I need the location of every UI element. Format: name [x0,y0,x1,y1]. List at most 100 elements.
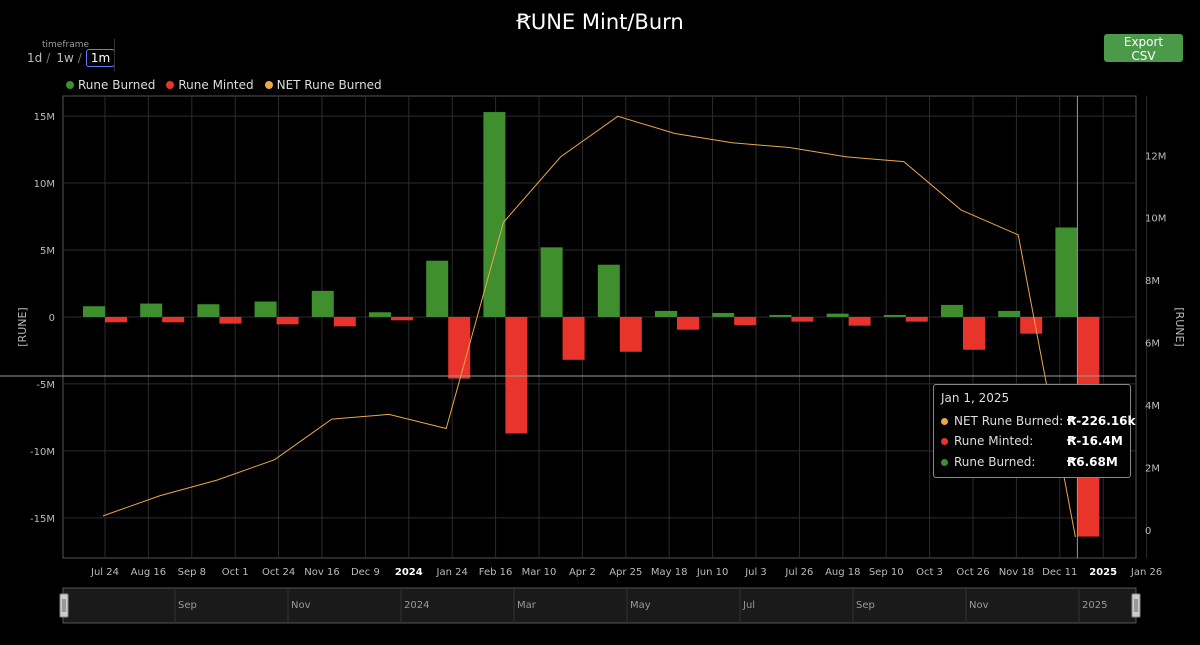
navigator-label: 2025 [1082,600,1107,611]
navigator-handle-left[interactable] [59,593,69,618]
x-tick-label: Apr 2 [569,567,596,578]
bar-rune-burned [140,303,163,317]
bar-rune-minted [1020,316,1043,334]
tooltip: Jan 1, 2025 NET Rune Burned: Ꞧ-226.16k R… [933,384,1136,478]
x-tick-label: Jul 26 [784,567,813,578]
x-tick-label: Oct 3 [916,567,943,578]
y2-tick-label: 0 [1145,526,1151,537]
y-tick-label: 0 [49,313,55,324]
x-tick-label: Nov 16 [304,567,339,578]
chart-canvas[interactable]: Jul 24 Aug 16 Sep 8 Oct 1 Oct 24 Nov 16 Dec 9 2… [0,0,1200,645]
navigator-label: Sep [178,600,197,611]
x-tick-label: Apr 25 [609,567,642,578]
bar-rune-burned [254,301,277,317]
y2-axis-label: [RUNE] [1173,307,1186,346]
x-tick-label: Jan 26 [1130,567,1162,578]
x-tick-label: May 18 [651,567,688,578]
y-tick-label: -10M [30,447,55,458]
tooltip-label: Rune Burned: [954,455,1036,469]
x-tick-label: Oct 1 [222,567,249,578]
x-tick-label: Sep 10 [869,567,904,578]
tooltip-label: NET Rune Burned: [954,414,1064,428]
tooltip-label: Rune Minted: [954,434,1034,448]
bar-rune-minted [333,316,356,327]
bar-rune-minted [905,316,928,322]
x-tick-label: 2025 [1089,567,1117,578]
bar-rune-burned [712,312,735,317]
x-tick-label: Oct 24 [262,567,295,578]
tooltip-date: Jan 1, 2025 [941,391,1010,405]
navigator-label: Nov [969,600,989,611]
y-tick-label: -15M [30,514,55,525]
bar-rune-minted [791,316,814,322]
y2-tick-label: 8M [1145,276,1160,287]
x-tick-label: 2024 [395,567,423,578]
navigator-label: Mar [517,600,537,611]
bar-rune-minted [619,316,642,352]
y2-tick-label: 6M [1145,339,1160,350]
x-tick-label: Jul 3 [744,567,767,578]
x-tick-label: Aug 16 [131,567,166,578]
bar-rune-minted [562,316,585,360]
x-tick-label: Dec 9 [351,567,380,578]
x-tick-label: Oct 26 [956,567,989,578]
x-tick-label: Feb 16 [479,567,513,578]
y2-tick-label: 12M [1145,151,1166,162]
bar-rune-burned [1055,227,1078,317]
bar-rune-burned [540,247,563,317]
x-tick-label: Jan 24 [436,567,468,578]
x-tick-label: Dec 11 [1042,567,1077,578]
y-tick-label: 10M [34,179,55,190]
bar-rune-minted [963,316,985,350]
x-tick-label: Mar 10 [522,567,557,578]
tooltip-row-minted: Rune Minted: Ꞧ-16.4M [941,434,1123,448]
bar-rune-burned [83,306,105,317]
tooltip-value: Ꞧ-226.16k [1067,414,1136,428]
bar-rune-burned [597,264,620,317]
bar-rune-burned [655,310,677,317]
bar-rune-minted [677,316,699,330]
y-tick-label: 5M [40,246,55,257]
bar-rune-burned [769,314,792,317]
bar-rune-burned [369,312,391,317]
bar-rune-burned [998,310,1021,317]
y-axis-label: [RUNE] [16,307,29,346]
bar-rune-burned [197,304,220,317]
navigator-label: Jul [742,600,755,611]
bar-rune-minted [105,316,127,323]
tooltip-dot-orange [941,417,948,425]
tooltip-row-burned: Rune Burned: Ꞧ6.68M [941,455,1118,469]
navigator-label: Nov [291,600,311,611]
navigator-label: 2024 [404,600,429,611]
bar-rune-burned [826,313,849,317]
bar-rune-burned [483,112,506,317]
x-tick-label: Jul 24 [90,567,119,578]
bar-rune-minted [848,316,871,326]
y2-tick-label: 2M [1145,463,1160,474]
x-tick-label: Jun 10 [696,567,729,578]
bar-rune-burned [311,290,334,317]
tooltip-value: Ꞧ-16.4M [1067,434,1123,448]
x-tick-label: Nov 18 [999,567,1034,578]
x-tick-label: Aug 18 [825,567,860,578]
tooltip-dot-green [941,458,948,466]
y2-tick-label: 4M [1145,401,1160,412]
bar-rune-minted [505,316,528,434]
navigator-handle-right[interactable] [1131,593,1141,618]
x-tick-label: Sep 8 [178,567,206,578]
bar-rune-burned [883,314,906,317]
bar-rune-burned [426,260,449,317]
y2-tick-label: 10M [1145,214,1166,225]
y-tick-label: -5M [36,380,55,391]
bar-rune-minted [162,316,185,323]
bar-rune-minted [276,316,299,325]
bar-rune-minted [219,316,242,324]
bar-rune-minted [448,316,471,379]
navigator-label: Sep [856,600,875,611]
navigator-label: May [630,600,651,611]
tooltip-row-net: NET Rune Burned: Ꞧ-226.16k [941,414,1136,428]
tooltip-dot-red [941,437,948,445]
bar-rune-minted [734,316,757,325]
y-tick-label: 15M [34,112,55,123]
bar-rune-burned [941,304,963,317]
